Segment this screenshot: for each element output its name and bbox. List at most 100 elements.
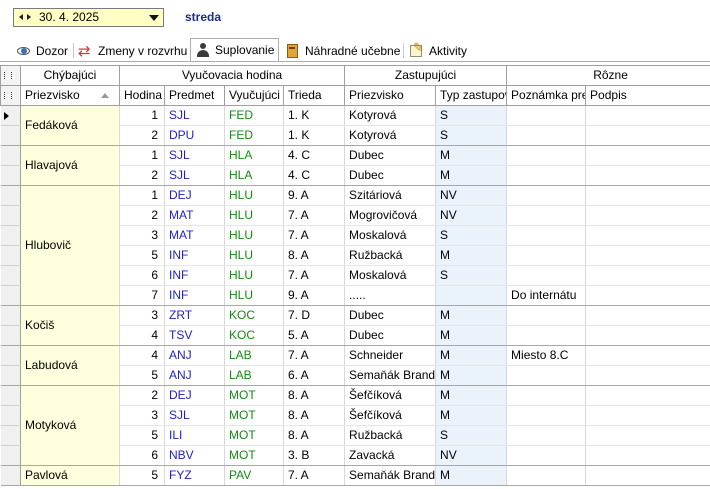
table-row[interactable]: Motyková 2 DEJ MOT 8. A Šefčíková M <box>0 385 710 466</box>
cell-hour[interactable]: 4 <box>119 345 165 366</box>
cell-note[interactable] <box>506 445 587 466</box>
cell-sub-type[interactable]: M <box>435 145 508 166</box>
col-teacher[interactable]: Vyučujúci <box>224 85 284 106</box>
cell-teacher[interactable]: HLU <box>224 225 284 246</box>
cell-note[interactable] <box>506 305 587 326</box>
cell-class[interactable]: 8. A <box>283 425 346 446</box>
cell-absent-teacher[interactable]: Hlavajová <box>20 145 120 186</box>
cell-subject[interactable]: SJL <box>164 405 225 426</box>
cell-class[interactable]: 3. B <box>283 445 346 466</box>
cell-teacher[interactable]: HLU <box>224 245 284 266</box>
cell-class[interactable]: 9. A <box>283 285 346 306</box>
cell-substitute[interactable]: Šefčíková <box>344 405 437 426</box>
cell-note[interactable] <box>506 245 587 266</box>
cell-subject[interactable]: SJL <box>164 105 225 126</box>
date-dropdown-button[interactable] <box>145 9 163 26</box>
cell-substitute[interactable]: Moskalová <box>344 225 437 246</box>
cell-substitute[interactable]: Ružbacká <box>344 245 437 266</box>
row-indicator[interactable] <box>0 325 21 346</box>
cell-hour[interactable]: 6 <box>119 445 165 466</box>
cell-signature[interactable] <box>585 305 710 326</box>
cell-teacher[interactable]: HLU <box>224 185 284 206</box>
cell-sub-type[interactable]: NV <box>435 185 508 206</box>
column-chooser[interactable] <box>0 85 21 106</box>
row-indicator[interactable] <box>0 185 21 206</box>
cell-sub-type[interactable]: S <box>435 125 508 146</box>
cell-note[interactable] <box>506 325 587 346</box>
cell-hour[interactable]: 2 <box>119 205 165 226</box>
col-note[interactable]: Poznámka pre <box>506 85 587 106</box>
cell-note[interactable] <box>506 165 587 186</box>
cell-sub-type[interactable]: M <box>435 385 508 406</box>
tab-nahradne-ucebne[interactable]: Náhradné učebne <box>285 40 400 61</box>
cell-class[interactable]: 7. A <box>283 225 346 246</box>
cell-note[interactable] <box>506 105 587 126</box>
cell-hour[interactable]: 1 <box>119 105 165 126</box>
cell-class[interactable]: 8. A <box>283 405 346 426</box>
cell-absent-teacher[interactable]: Motyková <box>20 385 120 466</box>
cell-signature[interactable] <box>585 365 710 386</box>
cell-signature[interactable] <box>585 425 710 446</box>
col-signature[interactable]: Podpis <box>585 85 710 106</box>
cell-hour[interactable]: 2 <box>119 165 165 186</box>
cell-substitute[interactable]: Dubec <box>344 145 437 166</box>
cell-signature[interactable] <box>585 345 710 366</box>
row-indicator[interactable] <box>0 145 21 166</box>
cell-hour[interactable]: 5 <box>119 465 165 486</box>
cell-substitute[interactable]: Moskalová <box>344 265 437 286</box>
cell-signature[interactable] <box>585 245 710 266</box>
cell-subject[interactable]: SJL <box>164 165 225 186</box>
next-day-icon[interactable] <box>27 14 31 20</box>
cell-signature[interactable] <box>585 225 710 246</box>
date-value[interactable]: 30. 4. 2025 <box>39 10 99 25</box>
cell-absent-teacher[interactable]: Hlubovič <box>20 185 120 306</box>
grip-icon[interactable] <box>4 72 12 79</box>
table-row[interactable]: Labudová 4 ANJ LAB 7. A Schneider M Miesto 8.C <box>0 345 710 386</box>
cell-hour[interactable]: 1 <box>119 145 165 166</box>
cell-subject[interactable]: MAT <box>164 225 225 246</box>
cell-sub-type[interactable]: M <box>435 165 508 186</box>
cell-signature[interactable] <box>585 285 710 306</box>
table-row[interactable]: Pavlová5FYZPAV7. ASemaňák BrandonM <box>0 465 710 486</box>
cell-substitute[interactable]: Schneider <box>344 345 437 366</box>
cell-sub-type[interactable]: M <box>435 365 508 386</box>
row-indicator[interactable] <box>0 225 21 246</box>
cell-note[interactable] <box>506 365 587 386</box>
col-class[interactable]: Trieda <box>282 85 346 106</box>
cell-sub-type[interactable]: S <box>435 105 508 126</box>
cell-teacher[interactable]: MOT <box>224 405 284 426</box>
cell-class[interactable]: 4. C <box>283 145 346 166</box>
cell-teacher[interactable]: KOC <box>224 325 284 346</box>
cell-substitute[interactable]: Mogrovičová <box>344 205 437 226</box>
column-chooser[interactable] <box>0 65 21 86</box>
row-indicator[interactable] <box>0 285 21 306</box>
cell-hour[interactable]: 5 <box>119 245 165 266</box>
cell-sub-type[interactable]: NV <box>435 445 508 466</box>
col-subject[interactable]: Predmet <box>164 85 225 106</box>
prev-day-icon[interactable] <box>19 14 23 20</box>
tab-zmeny-v-rozvrhu[interactable]: Zmeny v rozvrhu <box>78 40 187 61</box>
cell-teacher[interactable]: MOT <box>224 385 284 406</box>
cell-substitute[interactable]: Kotyrová <box>344 125 437 146</box>
tab-suplovanie[interactable]: Suplovanie <box>190 38 280 61</box>
cell-absent-teacher[interactable]: Kočiš <box>20 305 120 346</box>
cell-note[interactable] <box>506 425 587 446</box>
cell-sub-type[interactable]: M <box>435 345 508 366</box>
cell-hour[interactable]: 1 <box>119 185 165 206</box>
cell-note[interactable] <box>506 125 587 146</box>
cell-substitute[interactable]: Semaňák Brandon <box>344 465 437 486</box>
cell-hour[interactable]: 3 <box>119 225 165 246</box>
table-row[interactable]: Kočiš 3 ZRT KOC 7. D Dubec M <box>0 305 710 346</box>
row-indicator[interactable] <box>0 205 21 226</box>
cell-sub-type[interactable]: S <box>435 425 508 446</box>
cell-substitute[interactable]: Dubec <box>344 165 437 186</box>
cell-class[interactable]: 7. A <box>283 265 346 286</box>
cell-class[interactable]: 1. K <box>283 105 346 126</box>
cell-class[interactable]: 7. D <box>283 305 346 326</box>
cell-signature[interactable] <box>585 325 710 346</box>
cell-substitute[interactable]: Šefčíková <box>344 385 437 406</box>
table-row[interactable]: Hlubovič 1 DEJ HLU 9. A Szitáriová NV <box>0 185 710 306</box>
cell-sub-type[interactable]: M <box>435 465 508 486</box>
cell-teacher[interactable]: FED <box>224 105 284 126</box>
cell-absent-teacher[interactable]: Fedáková <box>20 105 120 146</box>
